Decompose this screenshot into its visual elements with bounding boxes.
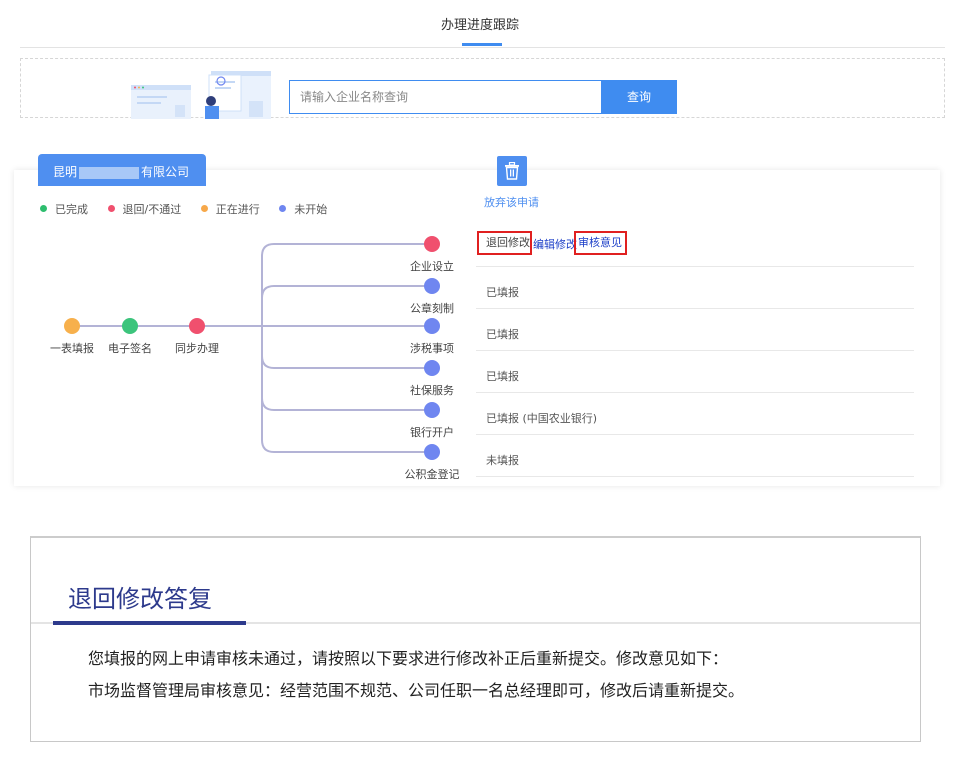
reply-opinion-line: 市场监督管理局审核意见：经营范围不规范、公司任职一名总经理即可，修改后请重新提交… xyxy=(88,681,745,700)
abandon-link[interactable]: 放弃该申请 xyxy=(484,194,539,210)
legend-item-done: 已完成 xyxy=(40,201,88,217)
branch-label: 社保服务 xyxy=(410,384,454,397)
branch-node-seal[interactable] xyxy=(424,278,440,294)
branch-label: 企业设立 xyxy=(410,260,454,273)
legend-label: 正在进行 xyxy=(215,203,260,216)
reply-title-accent xyxy=(53,621,246,625)
page-title: 办理进度跟踪 xyxy=(440,18,519,33)
status-row-social-security: 已填报 xyxy=(476,351,914,393)
branch-label: 公章刻制 xyxy=(410,302,454,315)
company-name-prefix: 昆明 xyxy=(53,165,78,179)
search-input[interactable] xyxy=(289,80,601,114)
legend-label: 未开始 xyxy=(294,203,328,216)
status-text: 已填报 xyxy=(486,328,519,341)
status-row-seal: 已填报 xyxy=(476,267,914,309)
title-underline xyxy=(462,43,502,46)
redacted-name-block xyxy=(79,166,140,179)
branch-node-company-setup[interactable] xyxy=(424,236,440,252)
legend-dot-in-progress xyxy=(200,205,208,212)
legend-item-not-started: 未开始 xyxy=(279,201,327,217)
legend-dot-returned xyxy=(107,205,115,212)
return-reply-panel: 退回修改答复 您填报的网上申请审核未通过，请按照以下要求进行修改补正后重新提交。… xyxy=(30,536,921,742)
edit-modify-link[interactable]: 编辑修改 xyxy=(533,236,577,252)
company-tab[interactable]: 昆明 有限公司 xyxy=(38,154,206,186)
header-divider xyxy=(20,47,945,48)
search-section: 查询 xyxy=(20,58,945,119)
status-text: 已填报 xyxy=(486,286,519,299)
legend-item-in-progress: 正在进行 xyxy=(200,201,260,217)
step-label: 电子签名 xyxy=(108,342,152,355)
legend-dot-not-started xyxy=(279,205,287,212)
status-row-tax: 已填报 xyxy=(476,309,914,351)
step-node-e-sign[interactable] xyxy=(122,318,138,334)
branch-label: 公积金登记 xyxy=(404,468,460,481)
branch-node-bank-account[interactable] xyxy=(424,402,440,418)
step-node-form-fill[interactable] xyxy=(64,318,80,334)
legend-dot-done xyxy=(40,205,47,212)
status-row-housing-fund: 未填报 xyxy=(476,435,914,477)
search-illustration xyxy=(131,71,271,119)
step-node-sync[interactable] xyxy=(189,318,205,334)
status-row-bank-account: 已填报 (中国农业银行) xyxy=(476,393,914,435)
branch-label: 银行开户 xyxy=(410,426,454,439)
company-name-suffix: 有限公司 xyxy=(141,165,190,179)
reply-title: 退回修改答复 xyxy=(68,585,212,613)
abandon-button[interactable] xyxy=(497,156,527,186)
search-button[interactable]: 查询 xyxy=(601,80,677,114)
reply-message-line: 您填报的网上申请审核未通过，请按照以下要求进行修改补正后重新提交。修改意见如下： xyxy=(88,649,729,668)
branch-node-tax[interactable] xyxy=(424,318,440,334)
branch-node-housing-fund[interactable] xyxy=(424,444,440,460)
branch-node-social-security[interactable] xyxy=(424,360,440,376)
trash-icon xyxy=(505,162,519,180)
legend-item-returned: 退回/不通过 xyxy=(107,201,182,217)
return-modify-status: 退回修改 xyxy=(477,231,532,255)
status-text: 已填报 xyxy=(486,370,519,383)
branch-label: 涉税事项 xyxy=(410,342,454,355)
status-legend: 已完成 退回/不通过 正在进行 未开始 xyxy=(40,201,343,217)
step-label: 一表填报 xyxy=(50,342,94,355)
legend-label: 已完成 xyxy=(55,203,88,216)
status-text: 未填报 xyxy=(486,454,519,467)
step-label: 同步办理 xyxy=(175,342,219,355)
status-text: 已填报 (中国农业银行) xyxy=(486,412,598,425)
legend-label: 退回/不通过 xyxy=(122,203,182,216)
review-opinion-link[interactable]: 审核意见 xyxy=(574,231,627,255)
